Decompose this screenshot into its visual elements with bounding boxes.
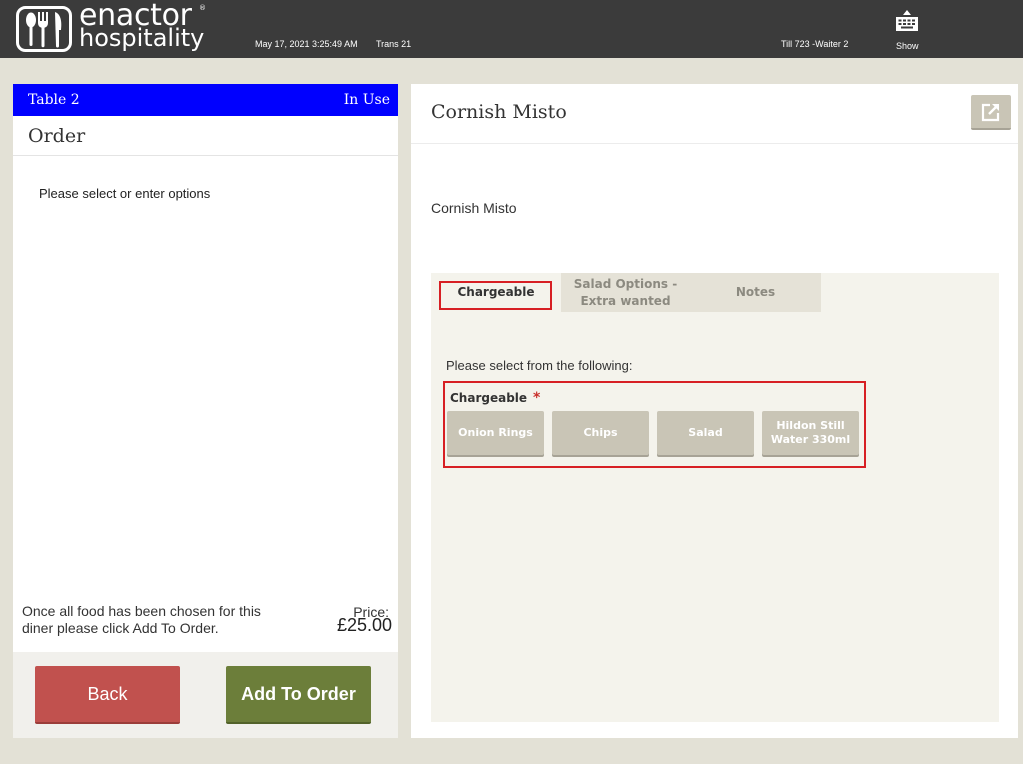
till-waiter-label: Till 723 -Waiter 2 [781,39,849,49]
option-button-water[interactable]: Hildon Still Water 330ml [762,411,859,455]
highlight-box-tab [439,281,552,310]
order-footer: Back Add To Order [13,652,398,738]
option-button-chips[interactable]: Chips [552,411,649,455]
table-label: Table 2 [28,92,80,108]
title-divider [411,143,1018,144]
order-instruction-note: Once all food has been chosen for this d… [22,603,261,636]
options-panel: Chargeable Salad Options - Extra wanted … [431,273,999,722]
options-instruction: Please select from the following: [446,358,633,373]
transaction-label: Trans 21 [376,39,412,49]
cutlery-icon [16,6,72,52]
add-to-order-button[interactable]: Add To Order [226,666,371,724]
popout-button[interactable] [971,95,1011,130]
order-prompt: Please select or enter options [39,186,211,201]
table-status: In Use [343,92,390,108]
external-link-icon [981,103,1000,122]
price-value: £25.00 [336,615,392,635]
option-button-onion-rings[interactable]: Onion Rings [447,411,544,455]
option-button-salad[interactable]: Salad [657,411,754,455]
option-group-name: Chargeable [450,391,528,405]
datetime-label: May 17, 2021 3:25:49 AM [255,39,358,49]
keyboard-icon[interactable] [895,9,919,32]
top-bar: enactor ® hospitality May 17, 2021 3:25:… [0,0,1023,58]
order-panel: Table 2 In Use Order Please select or en… [13,84,398,738]
required-asterisk: * [533,390,541,406]
logo-registered-mark: ® [199,4,206,12]
table-header-bar: Table 2 In Use [13,84,398,116]
option-group-label: Chargeable * [450,390,540,406]
tab-salad-options[interactable]: Salad Options - Extra wanted [561,273,690,312]
show-keyboard-label[interactable]: Show [896,41,919,51]
product-description: Cornish Misto [431,200,517,216]
tab-notes[interactable]: Notes [690,273,821,312]
product-title: Cornish Misto [431,101,567,123]
back-button[interactable]: Back [35,666,180,724]
logo-wordmark-bottom: hospitality [79,24,205,52]
order-title: Order [13,116,398,156]
product-panel: Cornish Misto Cornish Misto Chargeable S… [411,84,1018,738]
